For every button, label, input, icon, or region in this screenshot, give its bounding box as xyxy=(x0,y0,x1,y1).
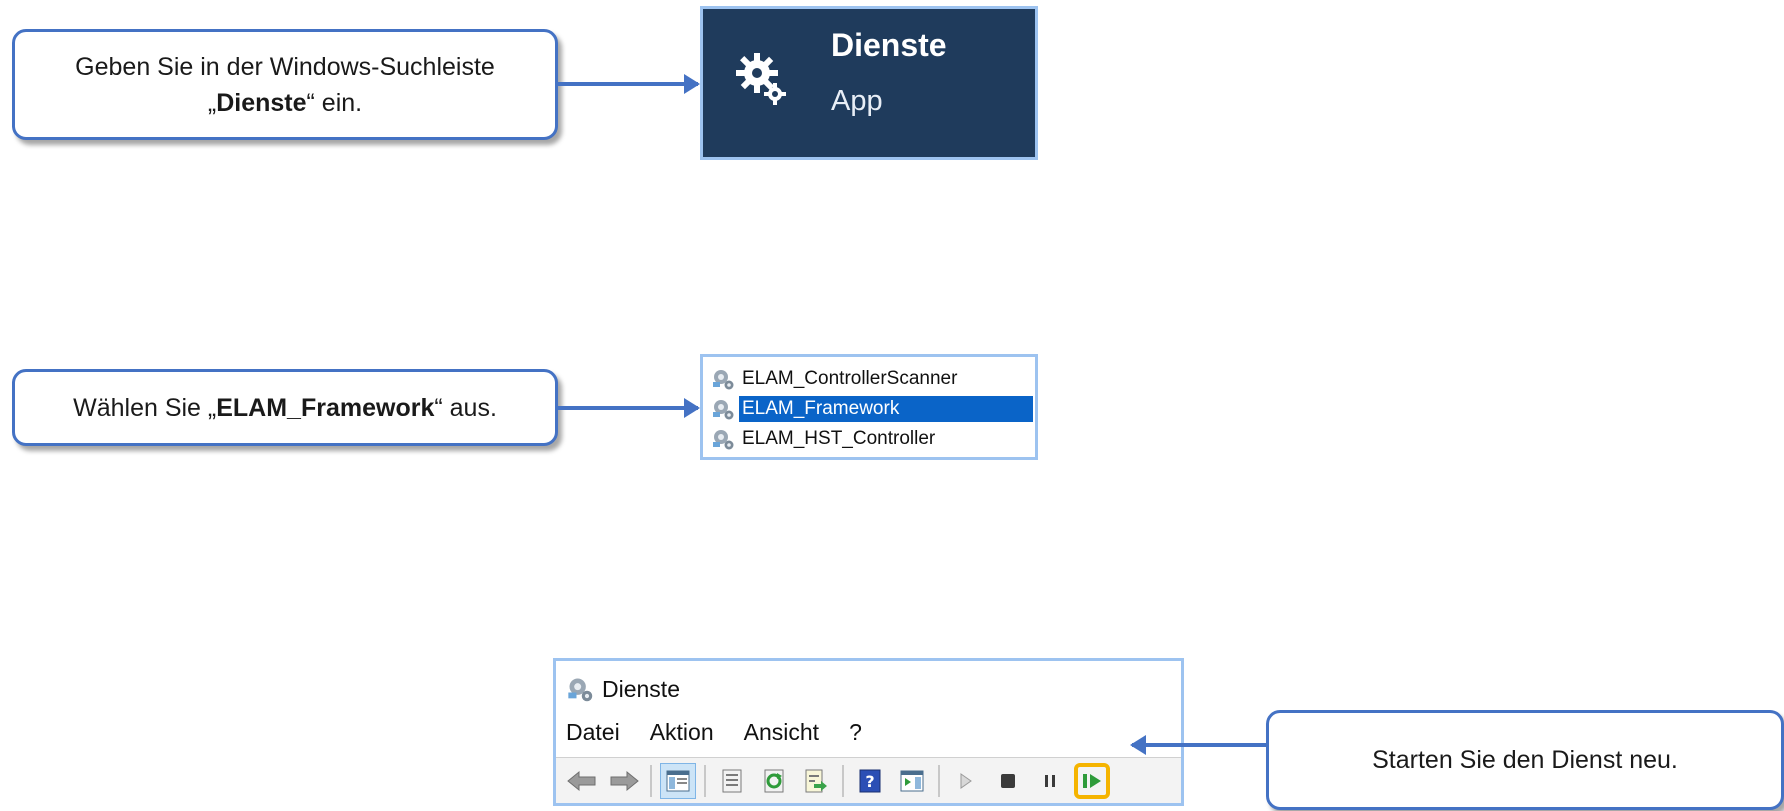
show-hide-action-pane-button[interactable] xyxy=(894,763,930,799)
restart-service-icon xyxy=(1083,773,1101,788)
forward-icon xyxy=(610,770,639,791)
properties-button[interactable] xyxy=(714,763,750,799)
refresh-icon xyxy=(764,769,784,792)
pause-service-icon xyxy=(1045,774,1055,787)
menu-ansicht[interactable]: Ansicht xyxy=(744,719,819,746)
search-result-subtitle: App xyxy=(831,85,883,117)
stop-service-icon xyxy=(1001,773,1015,788)
refresh-button[interactable] xyxy=(756,763,792,799)
service-row-elam-framework[interactable]: ELAM_Framework xyxy=(711,395,1033,423)
dienste-window: Dienste Datei Aktion Ansicht ? ? xyxy=(553,658,1184,806)
callout-step-1-text: Geben Sie in der Windows-Suchleiste „Die… xyxy=(75,52,495,117)
export-list-icon xyxy=(805,769,827,792)
back-button[interactable] xyxy=(564,763,600,799)
toolbar-separator xyxy=(650,764,652,797)
start-service-icon xyxy=(960,772,972,789)
callout-step-2-text: Wählen Sie „ELAM_Framework“ aus. xyxy=(73,393,497,422)
arrow-step-1 xyxy=(558,74,700,94)
callout-step-3-text: Starten Sie den Dienst neu. xyxy=(1372,746,1678,774)
menu-aktion[interactable]: Aktion xyxy=(650,719,714,746)
services-app-icon xyxy=(568,678,593,702)
restart-service-button[interactable] xyxy=(1074,762,1110,799)
help-button[interactable]: ? xyxy=(852,763,888,799)
toolbar-separator xyxy=(938,764,940,797)
service-row-label: ELAM_ControllerScanner xyxy=(742,368,958,389)
service-gear-icon xyxy=(713,400,734,420)
search-result-dienste-app[interactable]: Dienste App xyxy=(700,6,1038,160)
service-row-elam-controllerscanner[interactable]: ELAM_ControllerScanner xyxy=(711,365,1033,393)
toolbar: ? xyxy=(556,757,1181,803)
toolbar-separator xyxy=(704,764,706,797)
toolbar-separator xyxy=(842,764,844,797)
properties-icon xyxy=(722,769,742,792)
window-title-text: Dienste xyxy=(602,675,680,702)
arrow-step-3 xyxy=(1130,735,1268,755)
gear-icon xyxy=(736,53,786,105)
export-list-button[interactable] xyxy=(798,763,834,799)
service-gear-icon xyxy=(713,430,734,450)
service-gear-icon xyxy=(713,370,734,390)
service-list: ELAM_ControllerScanner ELAM_Framework EL… xyxy=(700,354,1038,460)
callout-step-3: Starten Sie den Dienst neu. xyxy=(1266,710,1784,810)
stop-service-button[interactable] xyxy=(990,763,1026,799)
menu-bar: Datei Aktion Ansicht ? xyxy=(566,719,862,746)
pause-service-button[interactable] xyxy=(1032,763,1068,799)
service-row-label: ELAM_Framework xyxy=(739,396,1033,422)
help-icon: ? xyxy=(859,769,881,792)
search-result-title: Dienste xyxy=(831,27,947,63)
svg-text:?: ? xyxy=(865,772,874,791)
show-hide-console-tree-button[interactable] xyxy=(660,762,696,799)
callout-step-2: Wählen Sie „ELAM_Framework“ aus. xyxy=(12,369,558,446)
service-row-label: ELAM_HST_Controller xyxy=(742,428,936,449)
window-title: Dienste xyxy=(566,675,680,703)
menu-help[interactable]: ? xyxy=(849,719,862,746)
callout-step-1: Geben Sie in der Windows-Suchleiste „Die… xyxy=(12,29,558,140)
arrow-step-2 xyxy=(558,398,700,418)
service-row-elam-hst-controller[interactable]: ELAM_HST_Controller xyxy=(711,425,1033,453)
show-hide-console-tree-icon xyxy=(666,770,690,791)
back-icon xyxy=(567,770,596,791)
start-service-button[interactable] xyxy=(948,763,984,799)
forward-button[interactable] xyxy=(606,763,642,799)
show-hide-action-pane-icon xyxy=(900,770,924,791)
menu-datei[interactable]: Datei xyxy=(566,719,620,746)
